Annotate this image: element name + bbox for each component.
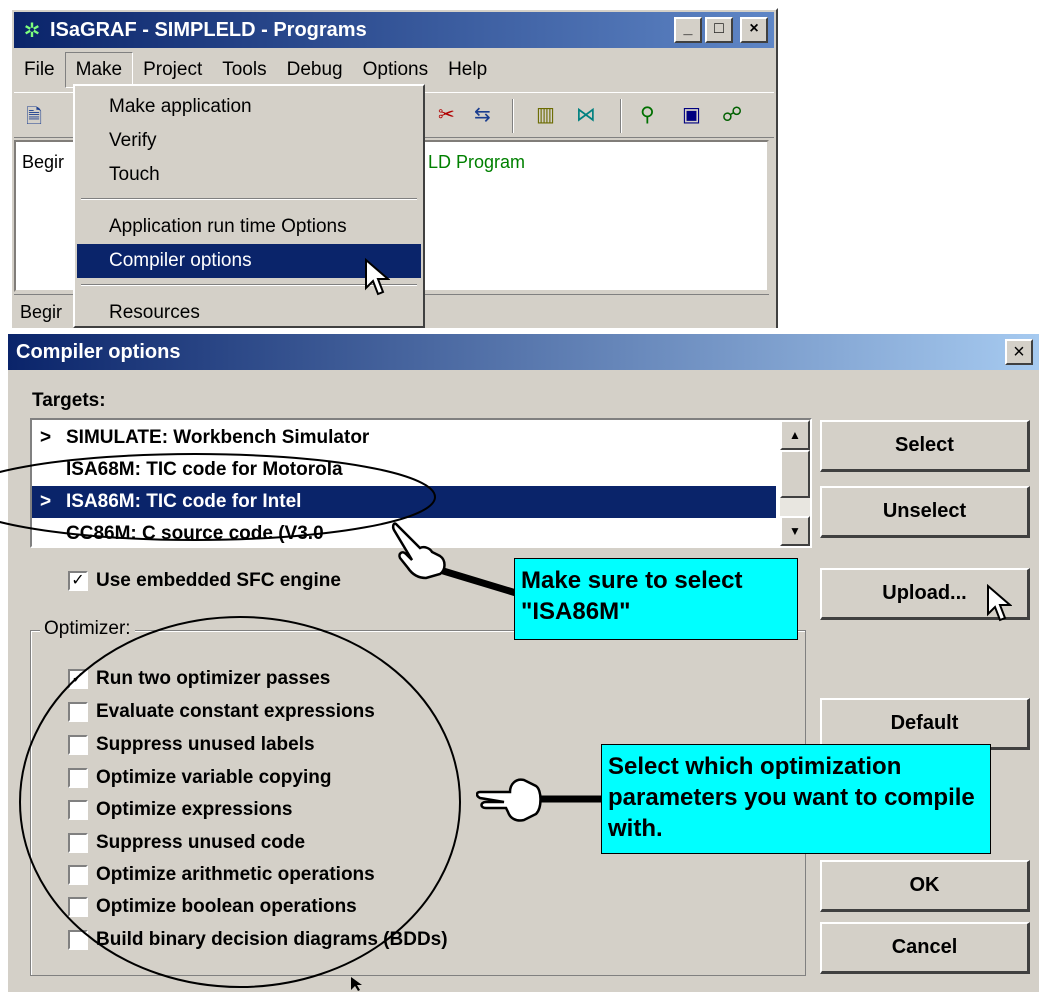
callout-optimization: Select which optimization parameters you… xyxy=(601,744,991,854)
pointing-hand-icon xyxy=(476,778,542,822)
highlight-ellipse-target xyxy=(0,453,436,541)
pointing-hand-icon xyxy=(391,522,446,580)
highlight-ellipse-optimizer xyxy=(19,616,461,988)
callout-select-target: Make sure to select "ISA86M" xyxy=(514,558,798,640)
